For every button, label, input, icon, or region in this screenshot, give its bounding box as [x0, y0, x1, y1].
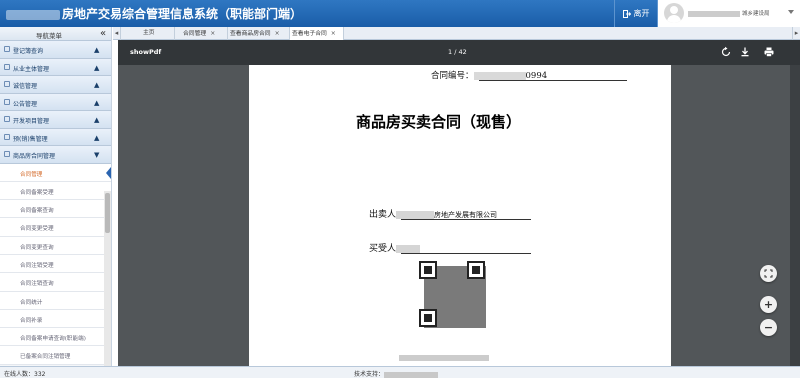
- sidebar-item-change-accept[interactable]: 合同变更受理: [0, 218, 111, 237]
- sidebar-item-cancel-accept[interactable]: 合同注销受理: [0, 254, 111, 274]
- sidebar-title: 导航菜单: [36, 32, 62, 40]
- seller-underline: [401, 219, 531, 220]
- chevron-up-icon: ▲: [94, 133, 100, 142]
- folder-icon: [4, 133, 10, 140]
- logout-label: 离开: [633, 9, 650, 18]
- download-icon[interactable]: [739, 46, 751, 58]
- zoom-in-button[interactable]: +: [760, 296, 777, 313]
- close-icon[interactable]: ×: [275, 30, 280, 37]
- redacted-region: [399, 355, 489, 361]
- menu-project-management[interactable]: 开发项目管理 ▲: [0, 111, 111, 129]
- chevron-up-icon: ▲: [94, 63, 100, 72]
- buyer-underline: [401, 253, 531, 254]
- folder-icon: [4, 81, 10, 87]
- chevron-up-icon: ▲: [94, 81, 100, 89]
- tab-scroll-right-icon[interactable]: ▸: [792, 27, 800, 40]
- sidebar-header: 导航菜单 «: [0, 27, 111, 41]
- redacted-region: [396, 244, 421, 253]
- chevron-up-icon: ▲: [94, 116, 100, 124]
- online-count: 在线人数：332: [4, 371, 46, 378]
- collapse-sidebar-icon[interactable]: «: [100, 27, 106, 41]
- rotate-icon[interactable]: [720, 46, 732, 58]
- zoom-out-button[interactable]: −: [760, 319, 777, 336]
- menu-registry-query[interactable]: 登记簿查询 ▲: [0, 41, 111, 59]
- logout-button[interactable]: 离开: [614, 0, 658, 27]
- pdf-scrollbar[interactable]: [790, 65, 800, 366]
- pdf-viewer: showPdf 1 / 42 合同编号： 0994 商品房买卖合同（现售） 出卖人…: [118, 40, 800, 366]
- pdf-page: 合同编号： 0994 商品房买卖合同（现售） 出卖人 房地产发展有限公司 买受人: [249, 65, 671, 366]
- menu-entity-management[interactable]: 从业主体管理 ▲: [0, 58, 111, 76]
- menu-contract-management[interactable]: 商品房合同管理 ▼: [0, 146, 111, 164]
- pdf-toolbar: showPdf 1 / 42: [118, 40, 800, 65]
- redacted-region: [384, 371, 439, 378]
- app-header: 房地产交易综合管理信息系统（职能部门端） 离开 城乡建设局: [0, 0, 800, 27]
- fit-page-icon: [764, 269, 773, 278]
- logout-icon: [622, 9, 631, 18]
- fit-page-button[interactable]: [760, 265, 777, 282]
- tab-home[interactable]: 主页: [121, 27, 175, 40]
- sidebar-item-cancel-query[interactable]: 合同注销查询: [0, 273, 111, 292]
- redacted-region: [6, 9, 60, 20]
- document-title: 商品房买卖合同（现售）: [356, 113, 522, 131]
- plus-icon: +: [763, 298, 774, 311]
- sidebar-item-statistics[interactable]: 合同统计: [0, 291, 111, 310]
- tech-support: 技术支持：: [354, 369, 439, 378]
- print-icon[interactable]: [763, 46, 775, 58]
- chevron-up-icon: ▲: [94, 98, 100, 107]
- chevron-down-icon: [788, 10, 794, 14]
- tab-scroll-left-icon[interactable]: ◂: [113, 27, 121, 40]
- tab-contract-management[interactable]: 合同管理 ×: [175, 27, 228, 40]
- redacted-region: [396, 210, 435, 219]
- sidebar-item-filing-accept[interactable]: 合同备案受理: [0, 181, 111, 201]
- sidebar-item-filing-query[interactable]: 合同备案查询: [0, 200, 111, 219]
- redacted-region: [473, 71, 526, 80]
- qr-code: [418, 260, 492, 334]
- tab-view-commercial-contract[interactable]: 查看商品房合同 ×: [228, 27, 290, 40]
- sidebar: 导航菜单 « 登记簿查询 ▲ 从业主体管理 ▲ 诚信管理 ▲ 公告管理 ▲ 开发…: [0, 27, 112, 366]
- chevron-down-icon: ▼: [94, 151, 100, 159]
- folder-icon: [4, 46, 10, 52]
- chevron-up-icon: ▲: [94, 46, 100, 54]
- app-title: 房地产交易综合管理信息系统（职能部门端）: [6, 5, 302, 22]
- folder-icon: [4, 63, 10, 70]
- folder-icon: [4, 98, 10, 105]
- status-bar: 在线人数：332 技术支持：: [0, 366, 800, 378]
- menu-credit-management[interactable]: 诚信管理 ▲: [0, 76, 111, 94]
- sidebar-item-filing-application-query[interactable]: 合同备案申请查询(职能端): [0, 328, 111, 347]
- sidebar-item-contract-management[interactable]: 合同管理: [0, 163, 111, 182]
- sidebar-item-change-query[interactable]: 合同变更查询: [0, 236, 111, 255]
- folder-icon: [4, 116, 10, 122]
- scrollbar-thumb[interactable]: [105, 193, 110, 233]
- tab-view-electronic-contract[interactable]: 查看电子合同 ×: [290, 27, 344, 40]
- avatar: [664, 3, 684, 23]
- menu-notice-management[interactable]: 公告管理 ▲: [0, 93, 111, 111]
- sidebar-item-supplement[interactable]: 合同补录: [0, 309, 111, 329]
- folder-icon: [4, 151, 10, 157]
- active-pointer-icon: [106, 166, 111, 179]
- minus-icon: −: [763, 321, 774, 334]
- close-icon[interactable]: ×: [331, 30, 336, 37]
- user-name: 城乡建设局: [688, 9, 770, 17]
- menu-presale-management[interactable]: 预(销)售管理 ▲: [0, 128, 111, 146]
- pdf-file-name: showPdf: [130, 48, 162, 56]
- page-indicator: 1 / 42: [448, 48, 467, 56]
- close-icon[interactable]: ×: [210, 30, 215, 37]
- contract-number-underline: [479, 80, 627, 81]
- user-menu[interactable]: 城乡建设局: [658, 0, 800, 27]
- sidebar-item-filed-cancel[interactable]: 已备案合同注销管理: [0, 346, 111, 365]
- tab-bar: ◂ 主页 合同管理 × 查看商品房合同 × 查看电子合同 × ▸: [113, 27, 800, 40]
- sidebar-scrollbar[interactable]: [104, 191, 111, 366]
- footer-text: [399, 355, 489, 363]
